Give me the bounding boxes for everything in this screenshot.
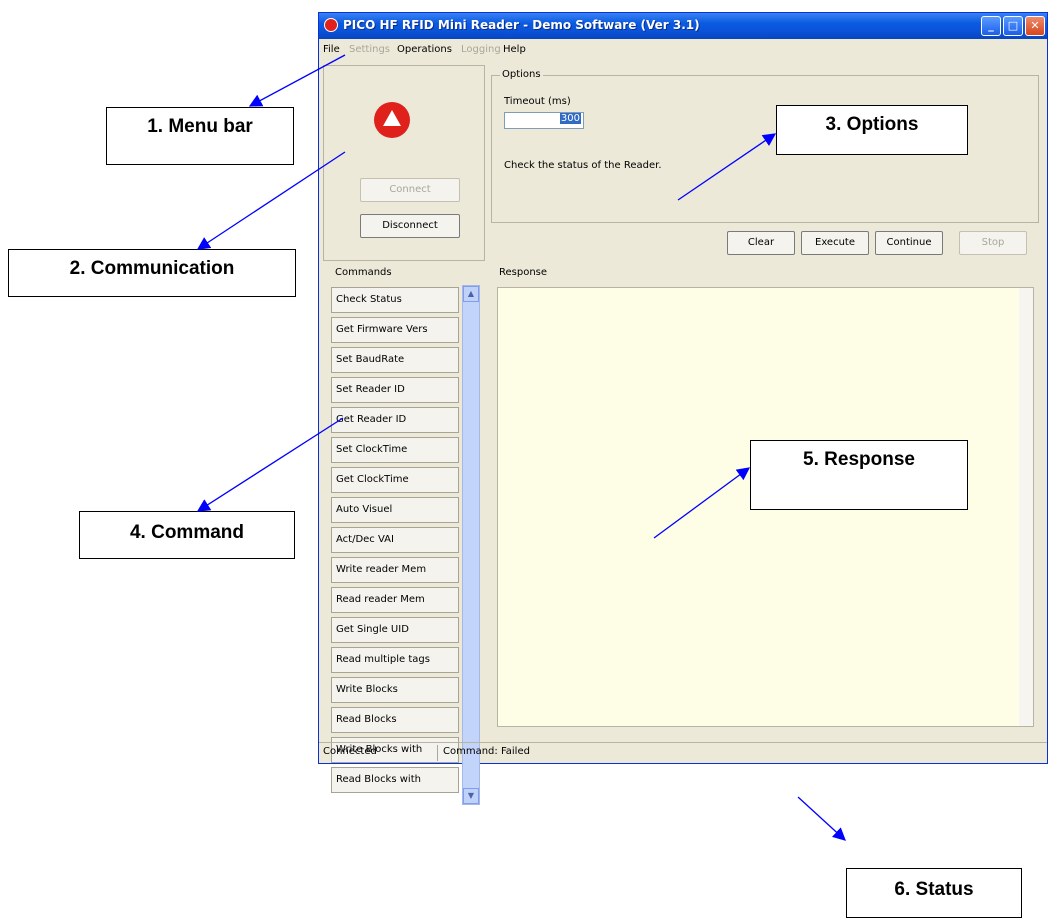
callout-response: 5. Response [750, 440, 968, 510]
commands-scrollbar[interactable]: ▲ ▼ [462, 285, 480, 805]
menu-help[interactable]: Help [503, 44, 526, 55]
options-description: Check the status of the Reader. [504, 160, 662, 171]
minimize-button[interactable]: _ [981, 16, 1001, 36]
command-item[interactable]: Set ClockTime [331, 437, 459, 463]
menu-file[interactable]: File [323, 44, 340, 55]
command-item[interactable]: Act/Dec VAI [331, 527, 459, 553]
logo-triangle-icon [383, 110, 401, 126]
app-logo-icon [324, 18, 338, 32]
commands-panel: Commands Check Status Get Firmware Vers … [323, 267, 485, 821]
command-item[interactable]: Write Blocks [331, 677, 459, 703]
command-item[interactable]: Get Single UID [331, 617, 459, 643]
communication-panel: Connect Disconnect [323, 65, 485, 261]
command-item[interactable]: Write reader Mem [331, 557, 459, 583]
callout-status: 6. Status [846, 868, 1022, 918]
command-item[interactable]: Read Blocks [331, 707, 459, 733]
command-item[interactable]: Auto Visuel [331, 497, 459, 523]
response-scrollbar[interactable] [1019, 288, 1033, 726]
command-item[interactable]: Set Reader ID [331, 377, 459, 403]
reader-logo [374, 102, 410, 138]
continue-button[interactable]: Continue [875, 231, 943, 255]
execute-button[interactable]: Execute [801, 231, 869, 255]
status-bar: Connected Command: Failed [319, 742, 1047, 763]
scroll-down-icon[interactable]: ▼ [463, 788, 479, 804]
commands-group-label: Commands [333, 267, 394, 278]
command-item[interactable]: Read reader Mem [331, 587, 459, 613]
status-divider [437, 745, 438, 761]
menu-logging[interactable]: Logging [461, 44, 501, 55]
scroll-up-icon[interactable]: ▲ [463, 286, 479, 302]
callout-command: 4. Command [79, 511, 295, 559]
command-item[interactable]: Get ClockTime [331, 467, 459, 493]
command-item[interactable]: Set BaudRate [331, 347, 459, 373]
clear-button[interactable]: Clear [727, 231, 795, 255]
command-item[interactable]: Get Reader ID [331, 407, 459, 433]
menu-bar: File Settings Operations Logging Help [319, 40, 1047, 60]
timeout-value: 300 [559, 113, 581, 124]
stop-button[interactable]: Stop [959, 231, 1027, 255]
callout-options: 3. Options [776, 105, 968, 155]
arrow-status [797, 796, 846, 841]
response-group-label: Response [497, 267, 550, 278]
connection-status: Connected [323, 746, 377, 757]
timeout-input[interactable]: 300 [504, 112, 584, 129]
menu-operations[interactable]: Operations [397, 44, 452, 55]
command-status: Command: Failed [443, 746, 530, 757]
timeout-label: Timeout (ms) [504, 96, 571, 107]
command-item[interactable]: Read multiple tags [331, 647, 459, 673]
command-item[interactable]: Check Status [331, 287, 459, 313]
callout-communication: 2. Communication [8, 249, 296, 297]
maximize-button[interactable]: □ [1003, 16, 1023, 36]
callout-menu-bar: 1. Menu bar [106, 107, 294, 165]
menu-settings[interactable]: Settings [349, 44, 390, 55]
disconnect-button[interactable]: Disconnect [360, 214, 460, 238]
command-item[interactable]: Read Blocks with [331, 767, 459, 793]
options-group-label: Options [500, 69, 543, 80]
command-item[interactable]: Get Firmware Vers [331, 317, 459, 343]
title-bar[interactable]: PICO HF RFID Mini Reader - Demo Software… [319, 13, 1047, 39]
window-title: PICO HF RFID Mini Reader - Demo Software… [343, 18, 700, 32]
connect-button[interactable]: Connect [360, 178, 460, 202]
close-button[interactable]: ✕ [1025, 16, 1045, 36]
